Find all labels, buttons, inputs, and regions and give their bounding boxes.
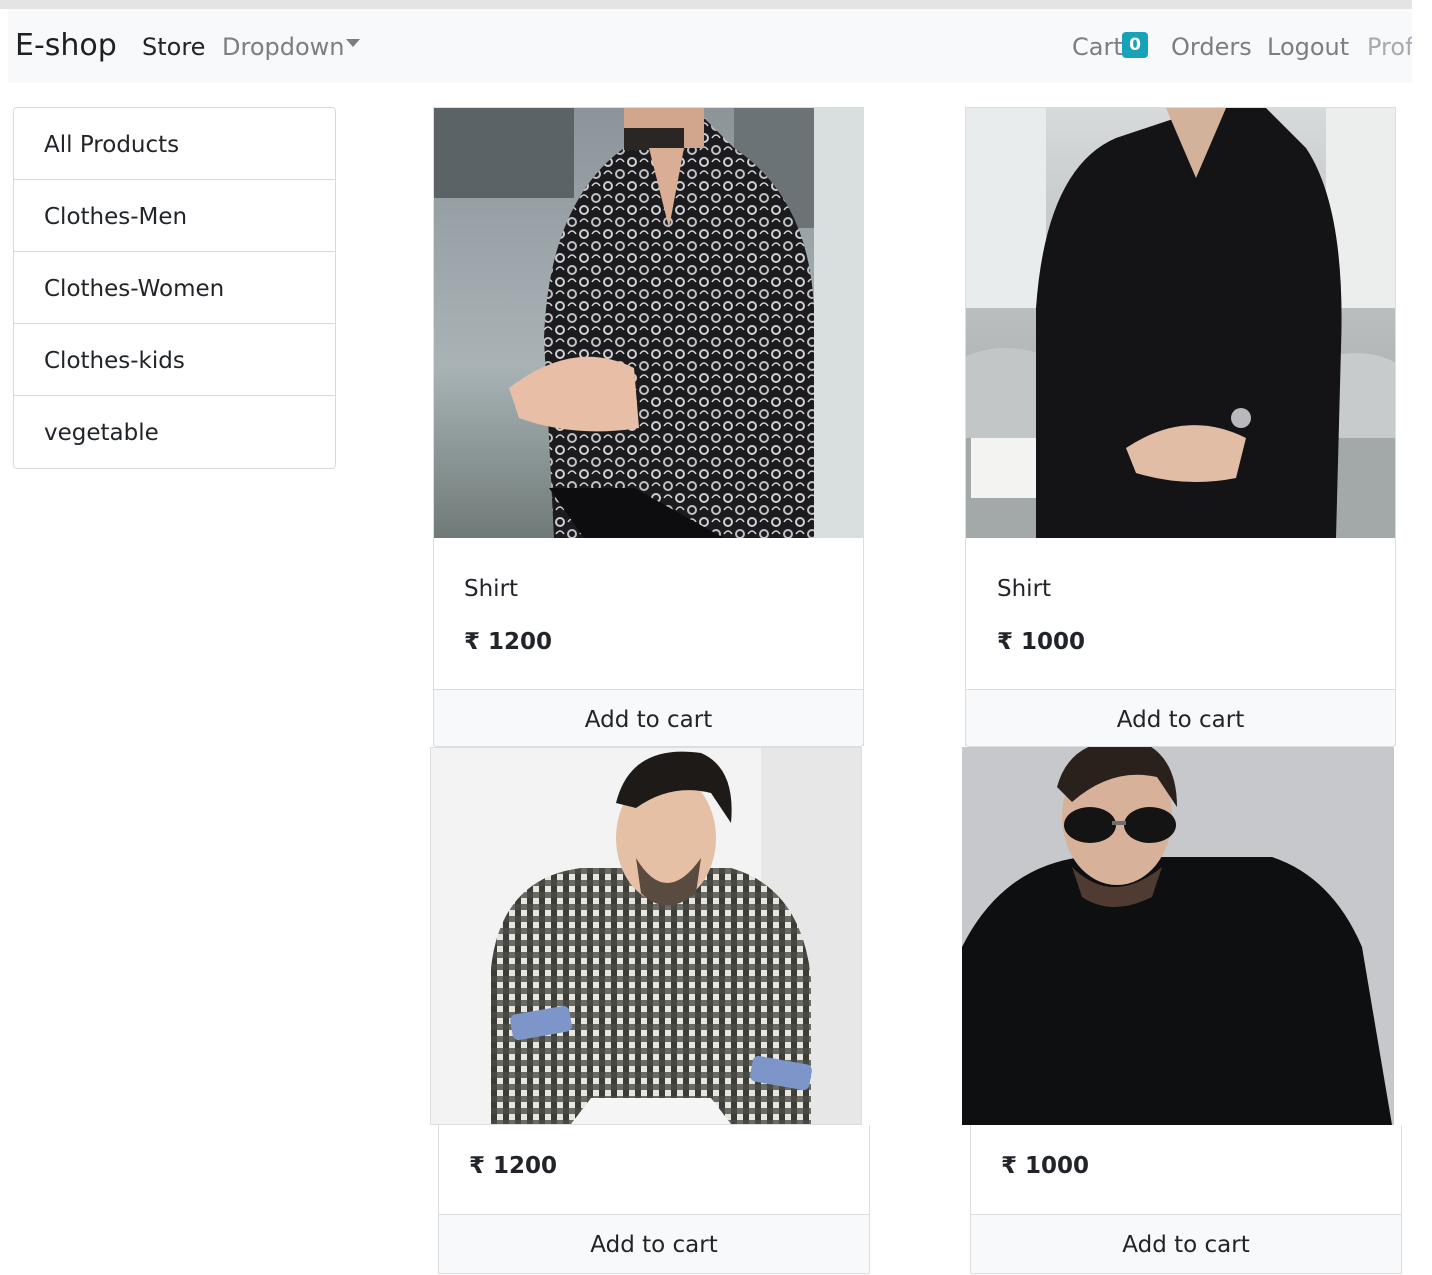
product-body: ₹ 1000 Add to cart — [970, 1125, 1402, 1274]
product-image-black-shirt — [966, 108, 1395, 538]
product-price: ₹ 1200 — [464, 629, 553, 655]
category-item-clothes-kids[interactable]: Clothes-kids — [14, 324, 335, 396]
caret-down-icon[interactable] — [346, 39, 360, 47]
category-item-clothes-men[interactable]: Clothes-Men — [14, 180, 335, 252]
nav-store-link[interactable]: Store — [142, 35, 205, 59]
nav-orders-link[interactable]: Orders — [1171, 35, 1252, 59]
cart-count-badge[interactable]: 0 — [1122, 32, 1148, 58]
add-to-cart-button[interactable]: Add to cart — [970, 1214, 1402, 1274]
nav-profile-link[interactable]: Prof — [1367, 35, 1412, 59]
category-item-vegetable[interactable]: vegetable — [14, 396, 335, 468]
product-title: Shirt — [464, 576, 519, 602]
product-price: ₹ 1000 — [1001, 1153, 1090, 1179]
nav-dropdown-toggle[interactable]: Dropdown — [222, 35, 345, 59]
product-price: ₹ 1000 — [997, 629, 1086, 655]
brand-logo[interactable]: E-shop — [15, 31, 117, 61]
product-image-floral-shirt — [434, 108, 863, 538]
browser-top-strip — [0, 0, 1412, 9]
product-body: ₹ 1200 Add to cart — [438, 1125, 870, 1274]
category-item-all-products[interactable]: All Products — [14, 108, 335, 180]
add-to-cart-button[interactable]: Add to cart — [433, 689, 864, 747]
product-image-checkered-shirt — [430, 747, 862, 1125]
product-card: Shirt ₹ 1200 Add to cart — [433, 107, 864, 747]
category-list: All Products Clothes-Men Clothes-Women C… — [13, 107, 336, 469]
add-to-cart-button[interactable]: Add to cart — [965, 689, 1396, 747]
add-to-cart-button[interactable]: Add to cart — [438, 1214, 870, 1274]
product-card: ₹ 1000 Add to cart — [962, 747, 1402, 1274]
product-image-black-shirt-sunglasses — [962, 747, 1394, 1125]
product-price: ₹ 1200 — [469, 1153, 558, 1179]
category-item-clothes-women[interactable]: Clothes-Women — [14, 252, 335, 324]
nav-cart-link[interactable]: Cart — [1072, 35, 1123, 59]
product-title: Shirt — [997, 576, 1052, 602]
navbar: E-shop Store Dropdown Cart 0 Orders Logo… — [8, 9, 1412, 83]
product-card: ₹ 1200 Add to cart — [430, 747, 870, 1274]
product-card: Shirt ₹ 1000 Add to cart — [965, 107, 1396, 747]
nav-logout-link[interactable]: Logout — [1267, 35, 1349, 59]
